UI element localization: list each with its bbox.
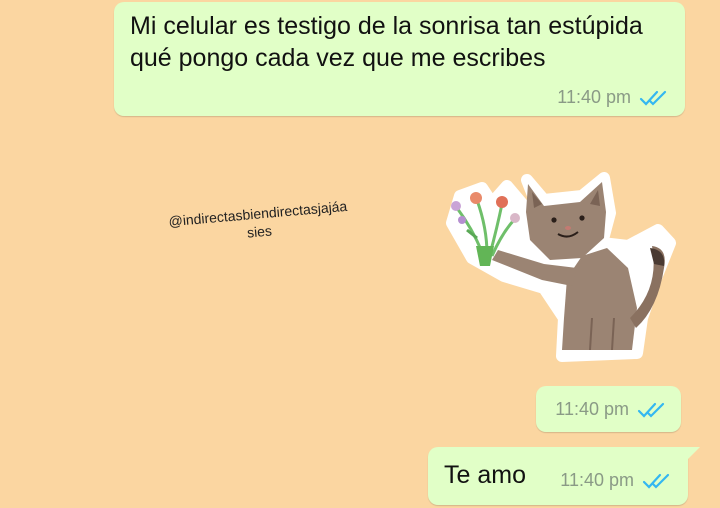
read-ticks-icon xyxy=(637,402,665,418)
bubble-tail xyxy=(688,447,700,459)
read-ticks-icon xyxy=(639,90,667,106)
message-time: 11:40 pm xyxy=(555,399,629,419)
message-time: 11:40 pm xyxy=(557,87,631,107)
cat-flowers-sticker[interactable] xyxy=(432,168,682,363)
message-meta: 11:40 pm xyxy=(555,399,667,420)
read-ticks-icon xyxy=(642,473,670,489)
message-time: 11:40 pm xyxy=(560,470,634,490)
message-bubble[interactable]: Mi celular es testigo de la sonrisa tan … xyxy=(114,2,685,116)
sticker-time-bubble: 11:40 pm xyxy=(536,386,681,432)
watermark-text: @indirectasbiendirectasjajáa sies xyxy=(150,195,367,250)
message-meta: 11:40 pm xyxy=(560,470,672,491)
message-meta: 11:40 pm xyxy=(557,87,669,108)
message-text: Mi celular es testigo de la sonrisa tan … xyxy=(130,12,643,72)
message-text: Te amo xyxy=(444,461,526,489)
message-bubble[interactable]: Te amo 11:40 pm xyxy=(428,447,700,505)
